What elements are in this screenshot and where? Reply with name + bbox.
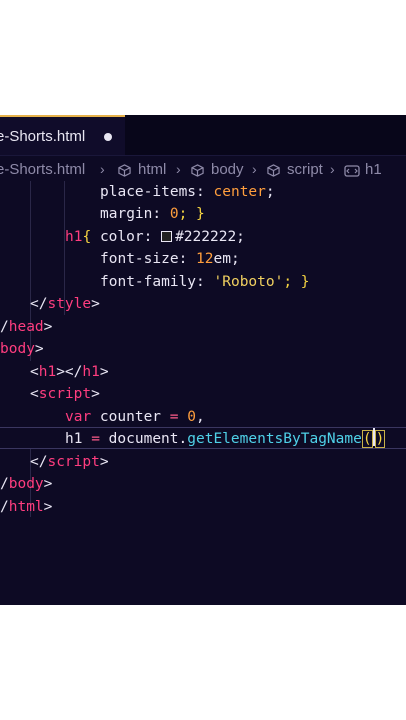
element-cube-icon xyxy=(118,164,131,177)
code-line: var counter = 0, xyxy=(65,409,205,425)
symbol-field-icon xyxy=(344,165,360,177)
breadcrumb-item-script[interactable]: script xyxy=(287,161,323,178)
code-line: /body> xyxy=(0,476,53,492)
code-line-current: h1 = document.getElementsByTagName() xyxy=(0,427,406,449)
breadcrumb-file[interactable]: e-Shorts.html xyxy=(0,161,85,178)
chevron-right-icon: › xyxy=(252,161,257,177)
code-line: <h1></h1> xyxy=(30,364,109,380)
code-line: margin: 0; } xyxy=(100,206,205,222)
tab-title: e-Shorts.html xyxy=(0,128,86,145)
chevron-right-icon: › xyxy=(330,161,335,177)
code-line: /html> xyxy=(0,499,53,515)
element-cube-icon xyxy=(267,164,280,177)
code-line: /head> xyxy=(0,319,53,335)
code-line: </script> xyxy=(30,454,109,470)
chevron-right-icon: › xyxy=(176,161,181,177)
breadcrumb-item-body[interactable]: body xyxy=(211,161,244,178)
code-line: </style> xyxy=(30,296,100,312)
color-swatch[interactable] xyxy=(161,231,173,242)
tab-bar: e-Shorts.html xyxy=(0,115,406,156)
breadcrumb-item-html[interactable]: html xyxy=(138,161,166,178)
code-editor: e-Shorts.html e-Shorts.html › html › bod… xyxy=(0,115,406,605)
unsaved-dot-icon[interactable] xyxy=(104,133,112,141)
code-line: font-size: 12em; xyxy=(100,251,240,267)
breadcrumb-item-h1[interactable]: h1 xyxy=(365,161,382,178)
code-line: <script> xyxy=(30,386,100,402)
code-line: h1{ color: #222222; xyxy=(65,229,245,245)
breadcrumb: e-Shorts.html › html › body › script › h… xyxy=(0,159,406,183)
element-cube-icon xyxy=(191,164,204,177)
chevron-right-icon: › xyxy=(100,161,105,177)
code-area[interactable]: place-items: center; margin: 0; } h1{ co… xyxy=(0,181,406,601)
code-line: body> xyxy=(0,341,44,357)
code-line: font-family: 'Roboto'; } xyxy=(100,274,310,290)
code-line: place-items: center; xyxy=(100,184,275,200)
tab-active[interactable]: e-Shorts.html xyxy=(0,115,125,155)
